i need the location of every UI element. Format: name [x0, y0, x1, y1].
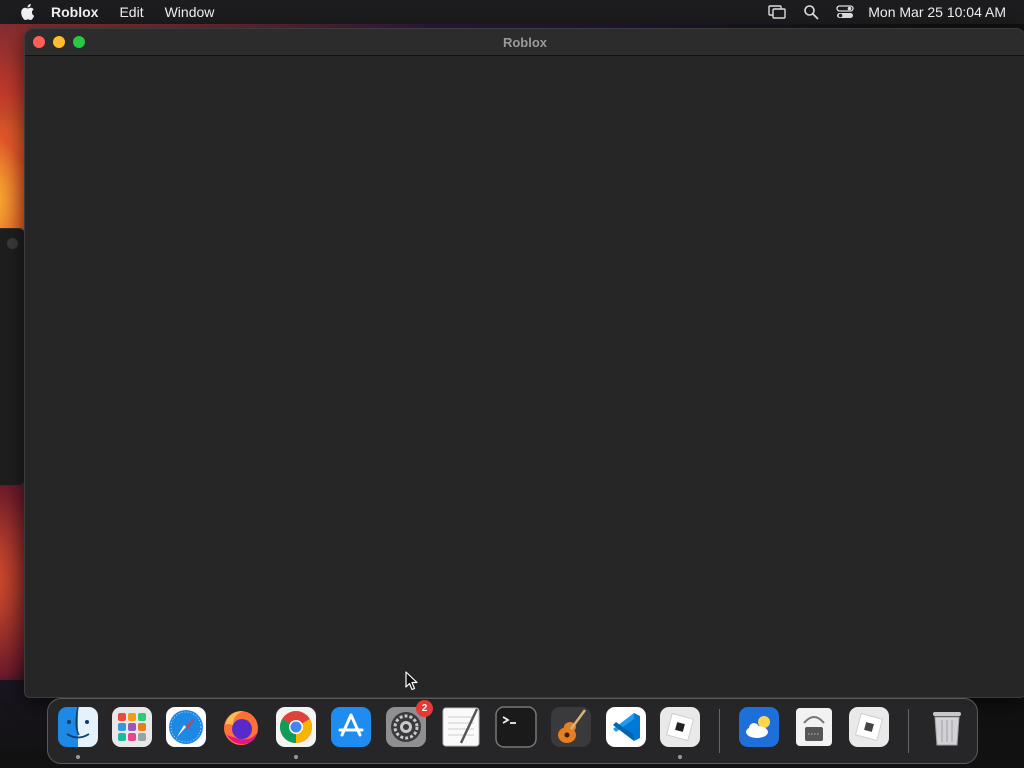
dock-item-finder[interactable]	[56, 705, 100, 759]
screen-mirroring-icon[interactable]	[766, 3, 788, 21]
archive-icon	[796, 708, 832, 746]
window-title: Roblox	[502, 34, 548, 50]
chrome-running-indicator	[294, 755, 298, 759]
apple-menu-icon[interactable]	[17, 2, 37, 22]
background-window-button[interactable]	[7, 238, 18, 249]
dock-item-app-store[interactable]	[329, 705, 373, 749]
weather-icon	[739, 707, 779, 747]
garageband-icon	[551, 707, 591, 747]
dock-item-weather[interactable]	[737, 705, 781, 749]
dock-item-chrome[interactable]	[274, 705, 318, 759]
dock-item-safari[interactable]	[164, 705, 208, 749]
dock-separator	[719, 709, 720, 753]
terminal-icon	[495, 706, 537, 748]
menu-bar-status: Mon Mar 25 10:04 AM	[754, 0, 1006, 24]
trash-icon	[933, 712, 961, 746]
safari-icon	[166, 707, 206, 747]
window-zoom-button[interactable]	[73, 36, 85, 48]
dock-item-garageband[interactable]	[549, 705, 593, 749]
dock-item-firefox[interactable]	[219, 705, 263, 749]
dock-item-roblox[interactable]	[658, 705, 702, 759]
textedit-icon	[442, 707, 480, 747]
settings-notification-badge: 2	[416, 700, 433, 717]
dock-item-archive-utility[interactable]	[792, 705, 836, 749]
roblox-window: Roblox	[24, 28, 1024, 698]
window-minimize-button[interactable]	[53, 36, 65, 48]
firefox-icon	[224, 711, 258, 745]
menu-edit[interactable]: Edit	[119, 4, 143, 20]
window-close-button[interactable]	[33, 36, 45, 48]
window-titlebar[interactable]: Roblox	[25, 29, 1024, 56]
finder-running-indicator	[76, 755, 80, 759]
dock-item-roblox-studio[interactable]	[847, 705, 891, 749]
launchpad-icon	[112, 707, 152, 747]
dock-separator-trash	[908, 709, 909, 753]
dock-item-terminal[interactable]	[494, 705, 538, 749]
dock: 2	[47, 698, 978, 764]
roblox-studio-icon	[849, 707, 889, 747]
spotlight-search-icon[interactable]	[800, 3, 822, 21]
window-content[interactable]	[25, 56, 1024, 697]
finder-icon	[58, 706, 98, 747]
vscode-icon	[606, 707, 646, 747]
dock-item-trash[interactable]	[925, 705, 969, 749]
dock-item-vscode[interactable]	[604, 705, 648, 749]
dock-item-textedit[interactable]	[439, 705, 483, 749]
mouse-cursor-icon	[405, 671, 418, 691]
background-window[interactable]	[0, 228, 25, 486]
roblox-running-indicator	[678, 755, 682, 759]
chrome-icon	[276, 707, 316, 747]
dock-item-launchpad[interactable]	[110, 705, 154, 749]
app-store-icon	[331, 707, 371, 747]
menu-bar-clock[interactable]: Mon Mar 25 10:04 AM	[868, 4, 1006, 20]
menu-app-name[interactable]: Roblox	[51, 4, 98, 20]
menu-bar: Roblox Edit Window Mon Mar 25 10:04 AM	[0, 0, 1024, 24]
menu-window[interactable]: Window	[165, 4, 215, 20]
control-center-icon[interactable]	[834, 3, 856, 21]
dock-item-system-settings[interactable]: 2	[384, 700, 433, 749]
roblox-icon	[660, 707, 700, 747]
